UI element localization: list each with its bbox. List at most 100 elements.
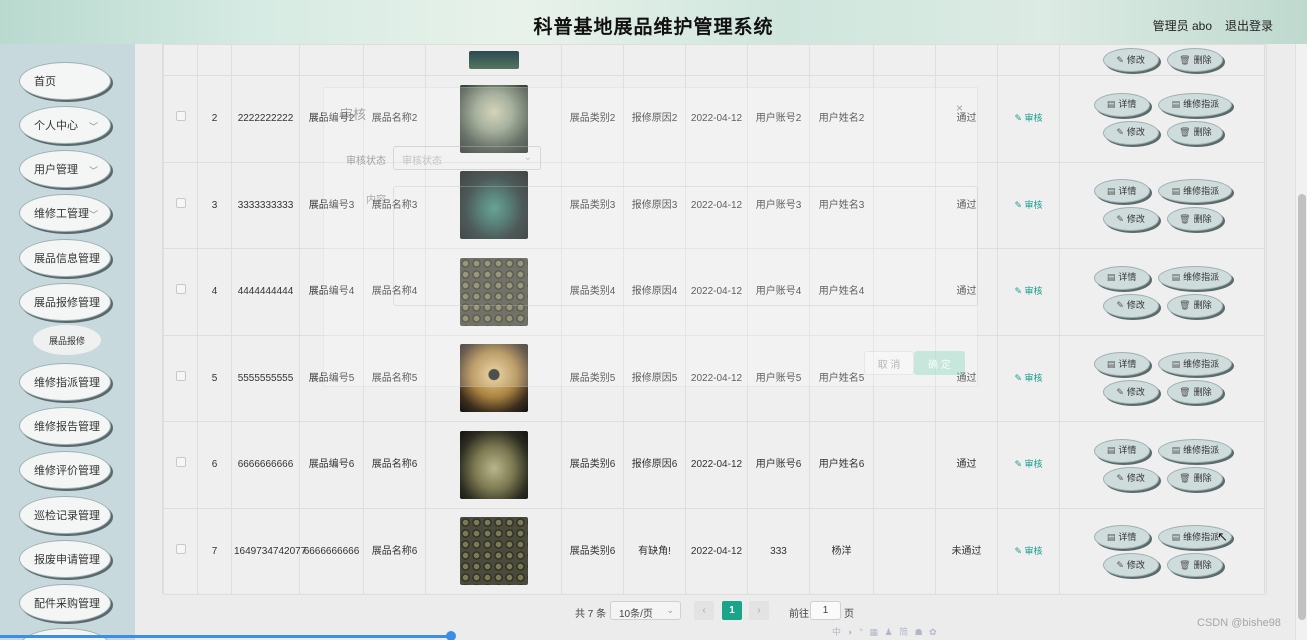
document-icon: ▤ [1171,272,1181,283]
exhibit-category: 展品类别6 [561,421,624,509]
sidebar-item-user-management[interactable]: 用户管理 ﹀ [19,150,111,188]
detail-button[interactable]: ▤ 详情 [1093,92,1150,117]
audit-status: 通过 [935,421,998,509]
prev-page-button[interactable]: ‹ [694,601,714,620]
user-account: 用户账号6 [747,421,810,509]
audit-link[interactable]: ✎ 审核 [1014,373,1042,383]
trash-icon: 🗑 [1179,559,1191,570]
row-checkbox[interactable] [175,370,186,381]
delete-button[interactable]: 🗑 删除 [1167,207,1224,232]
delete-button[interactable]: 🗑 删除 [1167,380,1224,405]
sidebar-item-exhibit-repair[interactable]: 展品报修管理 [19,283,111,321]
row-checkbox[interactable] [175,543,186,554]
edit-icon: ✎ [1116,559,1124,570]
delete-button[interactable]: 🗑 删除 [1167,293,1224,318]
edit-icon: ✎ [1116,213,1124,224]
vertical-scrollbar[interactable] [1295,44,1307,640]
sidebar-item-repair-review[interactable]: 维修评价管理 [19,451,111,489]
sidebar-item-personal-center[interactable]: 个人中心 ﹀ [19,106,111,144]
cancel-button[interactable]: 取 消 [864,351,914,375]
delete-button[interactable]: 🗑 删除 [1167,466,1224,491]
edit-icon: ✎ [1116,54,1124,65]
edit-button[interactable]: ✎ 修改 [1102,293,1159,318]
sidebar-item-home[interactable]: 首页 [19,62,111,100]
detail-button[interactable]: ▤ 详情 [1093,438,1150,463]
sidebar-item-repair-assign[interactable]: 维修指派管理 [19,363,111,401]
repair-number: 3333333333 [231,161,300,249]
close-icon[interactable]: × [956,101,963,115]
confirm-button[interactable]: 确 定 [914,351,965,375]
audit-link[interactable]: ✎ 审核 [1014,286,1042,296]
row-index: 2 [197,75,232,163]
table-row: 6 6666666666 展品编号6 展品名称6 展品类别6 报修原因6 202… [163,421,1267,509]
document-icon: ▤ [1171,99,1181,110]
audit-link[interactable]: ✎ 审核 [1014,546,1042,556]
edit-button[interactable]: ✎ 修改 [1102,120,1159,145]
row-checkbox[interactable] [175,457,186,468]
progress-handle[interactable] [446,631,456,640]
detail-button[interactable]: ▤ 详情 [1093,352,1150,377]
row-index: 3 [197,161,232,249]
goto-page-input[interactable]: 1 [810,601,841,620]
detail-button[interactable]: ▤ 详情 [1093,265,1150,290]
progress-line [0,635,452,638]
scrollbar-thumb[interactable] [1298,194,1306,620]
assign-repair-button[interactable]: ▤ 维修指派 [1158,352,1233,377]
sidebar-item-repairer-management[interactable]: 维修工管理 ﹀ [19,194,111,232]
edit-button[interactable]: ✎ 修改 [1102,48,1159,72]
logout-link[interactable]: 退出登录 [1225,17,1273,34]
assign-repair-button[interactable]: ▤ 维修指派 [1158,265,1233,290]
delete-button[interactable]: 🗑 删除 [1167,120,1224,145]
exhibit-image [468,51,519,69]
trash-icon: 🗑 [1179,473,1191,484]
row-checkbox[interactable] [175,284,186,295]
sidebar-item-label: 配件采购管理 [34,598,100,610]
audit-link[interactable]: ✎ 审核 [1014,113,1042,123]
audit-link[interactable]: ✎ 审核 [1014,200,1042,210]
detail-button[interactable]: ▤ 详情 [1093,179,1150,204]
row-index: 7 [197,507,232,595]
sidebar-item-scrap-request[interactable]: 报废申请管理 [19,540,111,578]
sidebar-item-inspection[interactable]: 巡检记录管理 [19,496,111,534]
sidebar-item-more[interactable] [19,628,111,640]
edit-icon: ✎ [1116,386,1124,397]
page-number-current[interactable]: 1 [722,601,742,620]
edit-button[interactable]: ✎ 修改 [1102,553,1159,578]
repair-number: 4444444444 [231,248,300,336]
document-icon: ▤ [1171,185,1181,196]
row-checkbox[interactable] [175,111,186,122]
reply-textarea[interactable] [393,186,978,306]
detail-button[interactable]: ▤ 详情 [1093,525,1150,550]
row-index: 5 [197,334,232,422]
ime-toolbar: 中 ◗ ° ▦ ♟ 简 ☗ ✿ [832,627,939,637]
next-page-button[interactable]: › [749,601,769,620]
trash-icon: 🗑 [1179,213,1191,224]
exhibit-name: 展品名称6 [363,507,426,595]
delete-button[interactable]: 🗑 删除 [1167,48,1224,72]
exhibit-image [459,430,528,499]
delete-button[interactable]: 🗑 删除 [1167,553,1224,578]
sidebar-subitem-exhibit-repair[interactable]: 展品报修 [33,325,101,355]
pagination: 共 7 条 10条/页 ⌄ ‹ 1 › 前往 1 页 [135,601,1295,621]
sidebar-item-repair-report[interactable]: 维修报告管理 [19,407,111,445]
chevron-down-icon: ⌄ [666,605,674,615]
edit-button[interactable]: ✎ 修改 [1102,466,1159,491]
sidebar-item-label: 个人中心 [34,120,78,132]
row-checkbox[interactable] [175,197,186,208]
assign-repair-button[interactable]: ▤ 维修指派 [1158,179,1233,204]
audit-status-select[interactable]: 审核状态 ⌄ [393,146,541,170]
edit-button[interactable]: ✎ 修改 [1102,380,1159,405]
sidebar-item-parts-purchase[interactable]: 配件采购管理 [19,584,111,622]
sidebar-item-exhibit-info[interactable]: 展品信息管理 [19,239,111,277]
assign-repair-button[interactable]: ▤ 维修指派 [1158,92,1233,117]
document-icon: ▤ [1106,358,1116,369]
sidebar-item-label: 展品报修管理 [34,297,100,309]
assign-repair-button[interactable]: ▤ 维修指派 [1158,438,1233,463]
document-icon: ▤ [1106,445,1116,456]
edit-button[interactable]: ✎ 修改 [1102,207,1159,232]
audit-link[interactable]: ✎ 审核 [1014,459,1042,469]
document-icon: ▤ [1106,99,1116,110]
page-size-select[interactable]: 10条/页 ⌄ [610,601,681,620]
user-name: 用户姓名6 [809,421,874,509]
sidebar-item-label: 维修指派管理 [34,377,100,389]
